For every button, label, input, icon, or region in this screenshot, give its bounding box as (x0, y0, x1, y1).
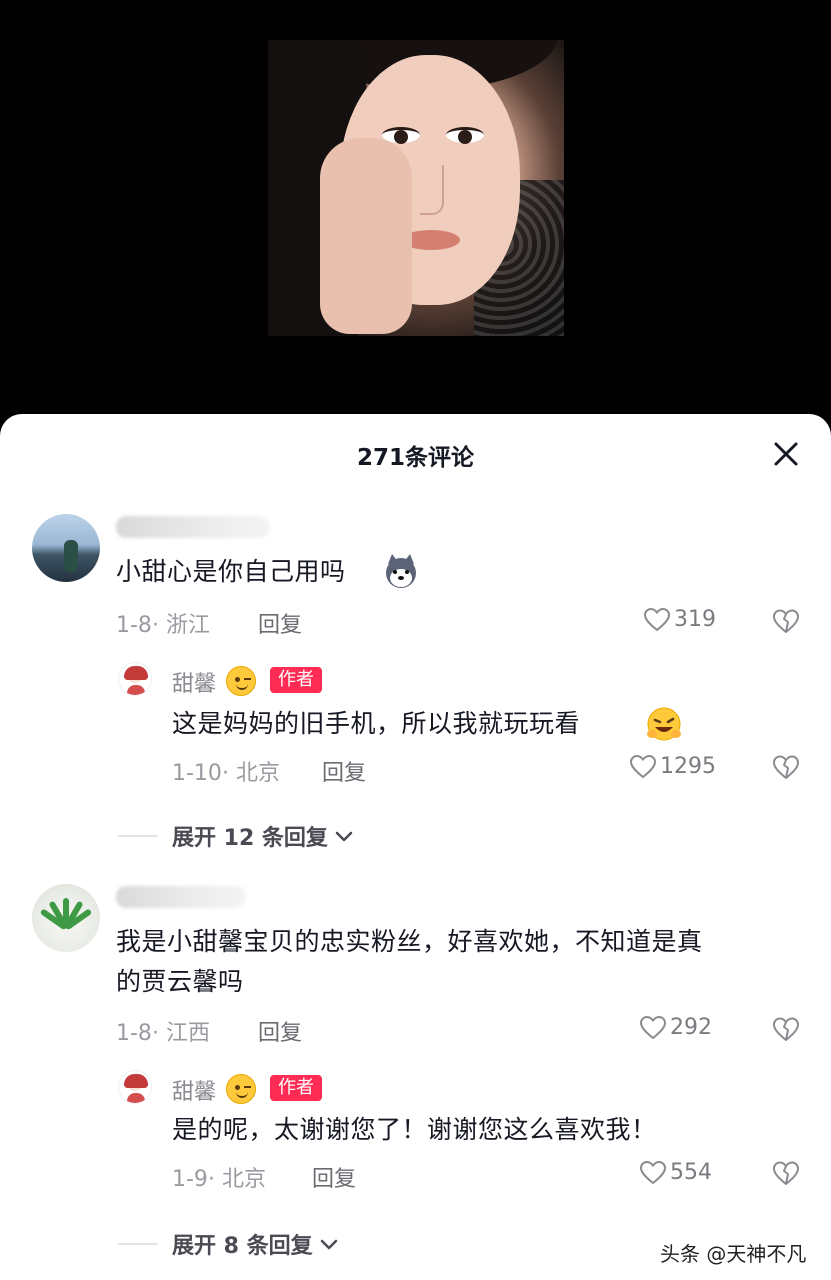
comment-date: 1-8· 浙江 (116, 613, 210, 638)
close-button[interactable] (766, 434, 806, 474)
like-button[interactable]: 1295 (630, 754, 716, 779)
avatar[interactable] (32, 514, 100, 582)
date: 1-8 (116, 613, 152, 638)
date: 1-8 (116, 1021, 152, 1046)
reply-text: 是的呢，太谢谢您了！谢谢您这么喜欢我！ (172, 1115, 657, 1144)
comments-sheet: 271条评论 小甜心是你自己用吗 1-8· 浙江 回复 319 甜馨 作者 这是… (0, 414, 831, 1280)
heart-icon (640, 1160, 666, 1184)
close-icon (774, 442, 798, 466)
location: 浙江 (165, 613, 210, 638)
comment-text-line2: 的贾云馨吗 (116, 967, 244, 996)
chevron-down-icon (320, 1239, 337, 1250)
comment-text: 小甜心是你自己用吗 (116, 557, 346, 586)
watermark: 头条 @天神不凡 (656, 1236, 811, 1269)
dislike-button[interactable] (772, 1016, 800, 1042)
reply-date: 1-10· 北京 (172, 761, 280, 786)
video-thumbnail-image (268, 40, 564, 336)
broken-heart-icon (773, 755, 799, 779)
reply-text: 这是妈妈的旧手机，所以我就玩玩看 (172, 709, 581, 738)
husky-dog-emoji (382, 552, 420, 590)
broken-heart-icon (773, 1017, 799, 1041)
author-avatar[interactable] (118, 662, 152, 696)
location: 北京 (235, 761, 280, 786)
like-button[interactable]: 554 (640, 1160, 712, 1185)
chevron-down-icon (335, 831, 353, 842)
expand-replies-button[interactable]: 展开 8 条回复 (118, 1228, 339, 1260)
like-button[interactable]: 292 (640, 1015, 712, 1040)
expand-replies-button[interactable]: 展开 12 条回复 (118, 820, 354, 852)
broken-heart-icon (773, 1161, 799, 1185)
reply-button[interactable]: 回复 (322, 755, 366, 787)
reply-button[interactable]: 回复 (258, 607, 302, 639)
like-count: 292 (670, 1015, 712, 1040)
dislike-button[interactable] (772, 1160, 800, 1186)
date: 1-9 (172, 1167, 208, 1192)
dislike-button[interactable] (772, 608, 800, 634)
username-blurred (116, 516, 270, 538)
author-name[interactable]: 甜馨 (172, 666, 216, 698)
author-badge: 作者 (270, 1075, 322, 1101)
dislike-button[interactable] (772, 754, 800, 780)
video-preview[interactable] (0, 0, 831, 432)
username-blurred (116, 886, 246, 908)
like-button[interactable]: 319 (644, 607, 716, 632)
comment-date: 1-8· 江西 (116, 1021, 210, 1046)
broken-heart-icon (773, 609, 799, 633)
avatar[interactable] (32, 884, 100, 952)
date: 1-10 (172, 761, 222, 786)
wink-emoji (226, 1074, 256, 1104)
author-avatar[interactable] (118, 1070, 152, 1104)
location: 北京 (221, 1167, 266, 1192)
like-count: 1295 (660, 754, 716, 779)
reply-date: 1-9· 北京 (172, 1167, 266, 1192)
heart-icon (630, 754, 656, 778)
expand-label: 展开 8 条回复 (172, 1234, 313, 1259)
wink-emoji (226, 666, 256, 696)
divider-line (118, 1243, 158, 1245)
laughing-emoji (644, 704, 684, 744)
like-count: 554 (670, 1160, 712, 1185)
heart-icon (644, 607, 670, 631)
heart-icon (640, 1015, 666, 1039)
reply-button[interactable]: 回复 (312, 1161, 356, 1193)
location: 江西 (165, 1021, 210, 1046)
expand-label: 展开 12 条回复 (172, 826, 328, 851)
divider-line (118, 835, 158, 837)
author-name[interactable]: 甜馨 (172, 1074, 216, 1106)
author-badge: 作者 (270, 667, 322, 693)
reply-button[interactable]: 回复 (258, 1015, 302, 1047)
comment-text-line1: 我是小甜馨宝贝的忠实粉丝，好喜欢她，不知道是真 (116, 927, 703, 956)
like-count: 319 (674, 607, 716, 632)
comment-count-title: 271条评论 (356, 445, 474, 471)
